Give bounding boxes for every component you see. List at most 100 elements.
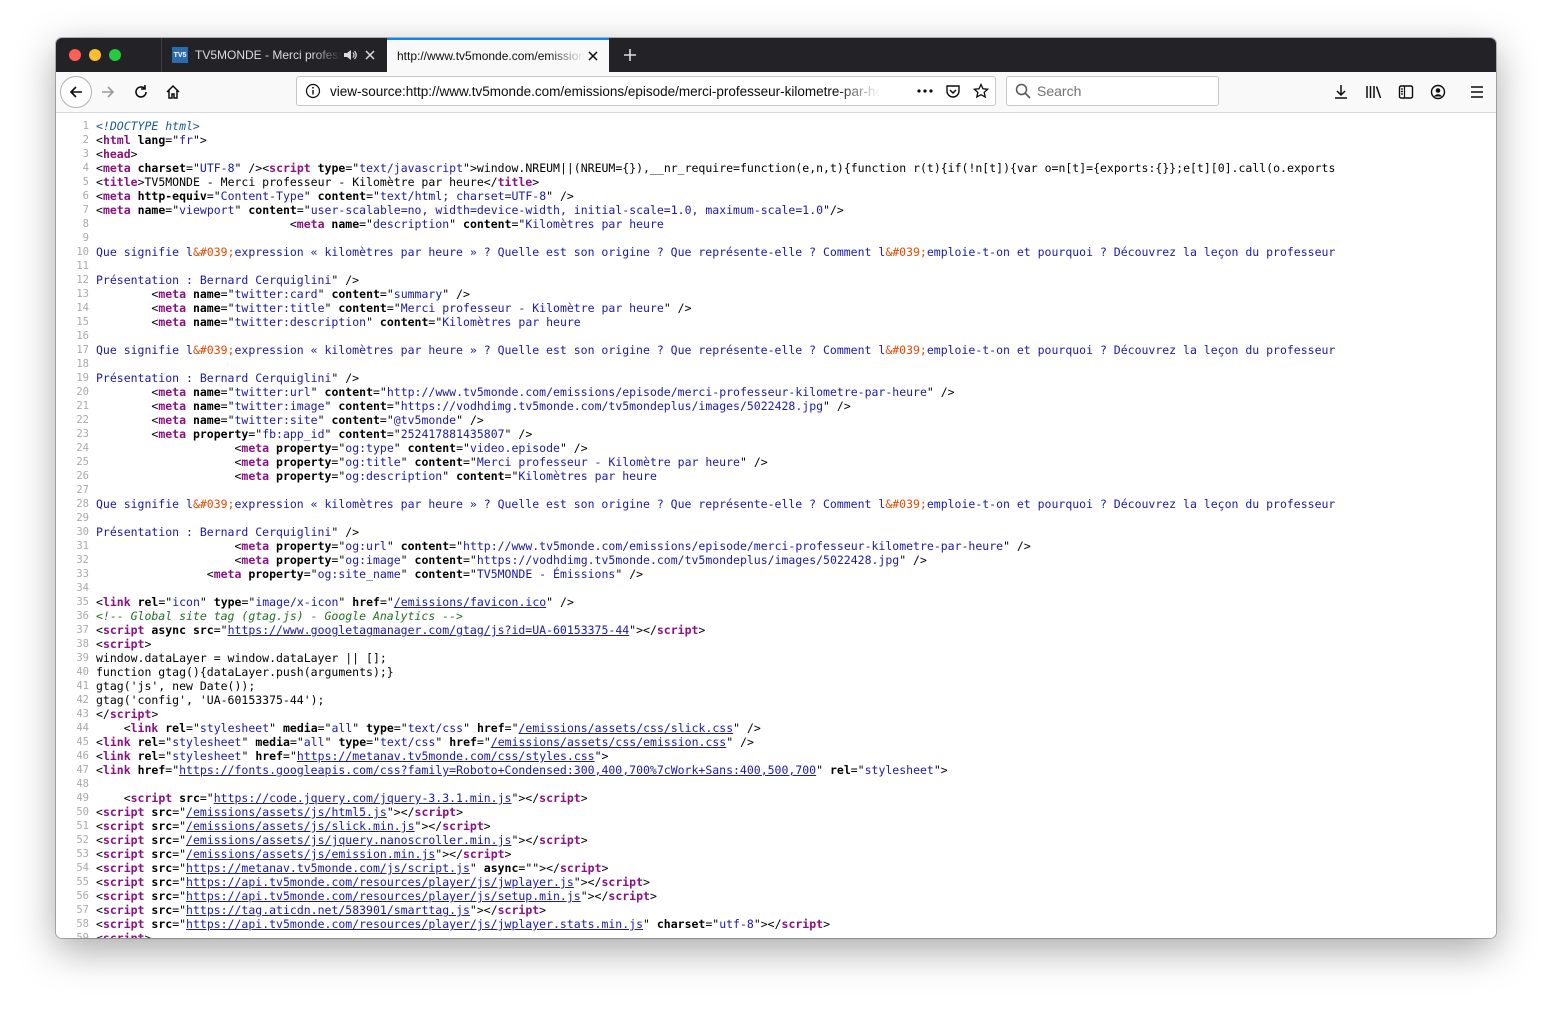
line-number: 15	[76, 316, 89, 328]
home-button[interactable]	[159, 78, 187, 106]
new-tab-button[interactable]	[618, 43, 642, 67]
source-token: >TV5MONDE - Merci professeur - Kilomètre…	[137, 175, 498, 189]
line-content: <meta name="twitter:description" content…	[96, 315, 580, 329]
source-link[interactable]: https://code.jquery.com/jquery-3.3.1.min…	[214, 791, 512, 805]
tab-tv5monde[interactable]: TV5 TV5MONDE - Merci professeur - Kilomè…	[161, 38, 386, 72]
source-token: utf-8	[719, 917, 754, 931]
pocket-icon[interactable]	[943, 82, 963, 100]
source-token: "></	[511, 833, 540, 847]
source-link[interactable]: https://api.tv5monde.com/resources/playe…	[186, 889, 581, 903]
view-source-content: 1 <!DOCTYPE html> 2 <html lang="fr"> 3 <head>…	[56, 113, 1496, 938]
source-line: 43 </script>	[56, 707, 1496, 721]
downloads-icon[interactable]	[1327, 78, 1355, 106]
source-link[interactable]: /emissions/assets/js/jquery.nanoscroller…	[186, 833, 511, 847]
source-token: async	[476, 861, 519, 875]
source-link[interactable]: /emissions/assets/css/slick.css	[519, 721, 734, 735]
source-token: ">	[594, 749, 609, 763]
source-token: name	[130, 203, 166, 217]
source-token: script	[102, 931, 145, 938]
source-token: >	[456, 805, 464, 819]
line-number: 14	[76, 302, 89, 314]
source-token: type	[359, 721, 394, 735]
minimize-window-button[interactable]	[89, 49, 101, 61]
source-line: 23 <meta property="fb:app_id" content="2…	[56, 427, 1496, 441]
source-link[interactable]: https://api.tv5monde.com/resources/playe…	[186, 917, 643, 931]
line-content: <link rel="stylesheet" media="all" type=…	[96, 735, 754, 749]
zoom-window-button[interactable]	[109, 49, 121, 61]
source-token: ="	[386, 399, 401, 413]
source-token: https://vodhdimg.tv5monde.com/tv5mondepl…	[476, 553, 900, 567]
source-token: href	[130, 763, 166, 777]
line-number: 18	[76, 358, 89, 370]
source-token: "	[317, 287, 325, 301]
source-token: content	[373, 315, 429, 329]
source-token: window.dataLayer = window.dataLayer || […	[96, 651, 387, 665]
info-icon[interactable]	[305, 83, 321, 99]
source-token: Présentation : Bernard Cerquiglini	[96, 273, 332, 287]
line-content: </script>	[96, 707, 158, 721]
reload-button[interactable]	[127, 78, 155, 106]
source-token: src	[186, 623, 214, 637]
source-link[interactable]: https://metanav.tv5monde.com/css/styles.…	[297, 749, 595, 763]
source-token: ="	[172, 847, 187, 861]
tv5monde-favicon-icon: TV5	[172, 47, 188, 63]
tab-view-source[interactable]: http://www.tv5monde.com/emissions/episod…	[387, 38, 609, 72]
forward-button[interactable]	[94, 78, 122, 106]
library-icon[interactable]	[1360, 78, 1388, 106]
source-token: name	[186, 287, 221, 301]
source-token: "	[366, 315, 373, 329]
source-token: type	[310, 161, 346, 175]
sidebar-icon[interactable]	[1392, 78, 1420, 106]
line-number: 26	[76, 470, 89, 482]
source-token: <	[96, 791, 131, 805]
source-line: 55 <script src="https://api.tv5monde.com/…	[56, 875, 1496, 889]
source-line: 54 <script src="https://metanav.tv5monde.…	[56, 861, 1496, 875]
source-link[interactable]: /emissions/assets/js/slick.min.js	[186, 819, 414, 833]
source-link[interactable]: https://tag.aticdn.net/583901/smarttag.j…	[186, 903, 470, 917]
source-token: >	[580, 791, 588, 805]
close-tab-icon[interactable]	[362, 47, 378, 63]
bookmark-star-icon[interactable]	[971, 82, 991, 100]
search-bar[interactable]	[1006, 76, 1219, 106]
source-token: text/javascript	[359, 161, 464, 175]
source-token: ="	[283, 749, 297, 763]
source-link[interactable]: /emissions/assets/css/emission.css	[491, 735, 726, 749]
source-token: og:title	[345, 455, 401, 469]
source-token: <	[96, 819, 103, 833]
url-text[interactable]: view-source:http://www.tv5monde.com/emis…	[330, 84, 880, 99]
menu-icon[interactable]	[1463, 78, 1491, 106]
source-token: " />	[546, 595, 574, 609]
source-token: ="	[172, 917, 187, 931]
close-tab-icon[interactable]	[585, 48, 601, 64]
close-window-button[interactable]	[69, 49, 81, 61]
source-token: og:type	[345, 441, 394, 455]
source-line: 4 <meta charset="UTF-8" /><script type="t…	[56, 161, 1496, 175]
back-button[interactable]	[60, 76, 92, 108]
source-token: script	[102, 889, 145, 903]
source-token: <	[96, 413, 159, 427]
source-link[interactable]: https://metanav.tv5monde.com/js/script.j…	[186, 861, 470, 875]
search-input[interactable]	[1037, 83, 1207, 99]
source-token: http://www.tv5monde.com/emissions/episod…	[386, 385, 927, 399]
account-icon[interactable]	[1424, 78, 1452, 106]
source-link[interactable]: https://www.googletagmanager.com/gtag/js…	[228, 623, 630, 637]
source-token: "	[303, 189, 311, 203]
source-token: charset	[130, 161, 187, 175]
source-token: script	[102, 875, 145, 889]
source-link[interactable]: https://fonts.googleapis.com/css?family=…	[179, 763, 816, 777]
source-link[interactable]: /emissions/favicon.ico	[394, 595, 546, 609]
source-token: <	[96, 931, 103, 938]
source-line: 8 <meta name="description" content="Kilo…	[56, 217, 1496, 231]
source-link[interactable]: https://api.tv5monde.com/resources/playe…	[186, 875, 574, 889]
source-token: <	[96, 861, 103, 875]
source-token: http-equiv	[130, 189, 207, 203]
page-actions-icon[interactable]	[915, 82, 935, 100]
address-bar[interactable]: view-source:http://www.tv5monde.com/emis…	[296, 76, 996, 106]
speaker-icon[interactable]	[342, 49, 358, 61]
source-link[interactable]: /emissions/assets/js/html5.js	[186, 805, 387, 819]
line-number: 1	[82, 120, 89, 132]
source-token: name	[186, 399, 221, 413]
line-content: <meta property="og:image" content="https…	[96, 553, 926, 567]
source-token: script	[601, 875, 644, 889]
source-link[interactable]: /emissions/assets/js/emission.min.js	[186, 847, 435, 861]
